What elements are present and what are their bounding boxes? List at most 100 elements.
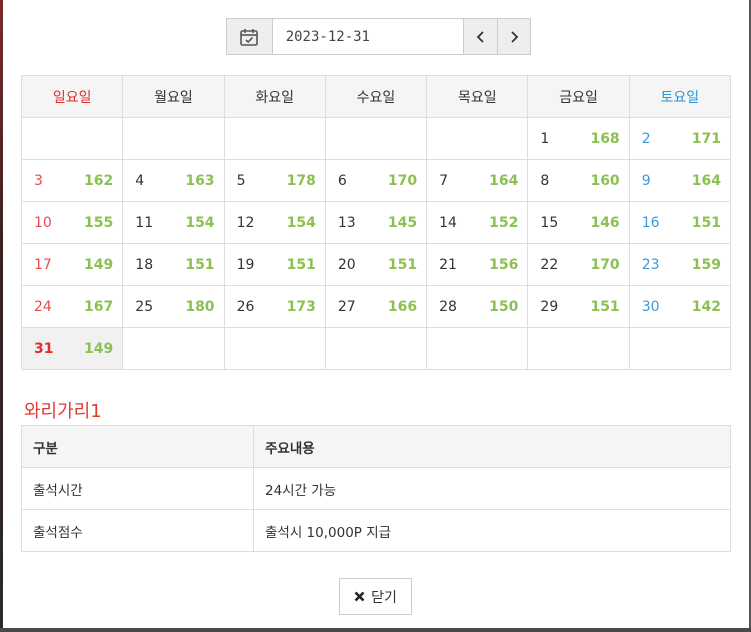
calendar-empty-cell (628, 327, 732, 370)
attendance-count: 152 (489, 215, 519, 231)
calendar-empty-cell (426, 117, 529, 160)
calendar-day-cell[interactable]: 14 152 (426, 201, 529, 244)
calendar-day-cell[interactable]: 27 166 (324, 285, 428, 328)
calendar-day-cell[interactable]: 24 167 (20, 285, 124, 328)
attendance-count: 155 (84, 215, 114, 231)
info-table: 구분 주요내용 출석시간 24시간 가능 출석점수 출석시 10,000P 지급 (21, 425, 731, 552)
calendar-day-cell[interactable]: 13 145 (324, 201, 428, 244)
calendar-day-cell[interactable]: 3 162 (20, 159, 124, 202)
attendance-count: 173 (286, 299, 316, 315)
calendar-day-cell[interactable]: 15 146 (527, 201, 630, 244)
day-number: 2 (641, 131, 651, 147)
close-button[interactable]: 닫기 (339, 578, 412, 615)
calendar-day-cell[interactable]: 2 171 (628, 117, 732, 160)
calendar-empty-cell (223, 327, 326, 370)
calendar-day-cell[interactable]: 8 160 (527, 159, 630, 202)
calendar-day-cell[interactable]: 1 168 (527, 117, 630, 160)
attendance-count: 151 (286, 257, 316, 273)
attendance-count: 145 (387, 215, 418, 231)
calendar-day-cell[interactable]: 29 151 (527, 285, 630, 328)
attendance-count: 164 (691, 173, 721, 189)
calendar-day-cell[interactable]: 11 154 (122, 201, 225, 244)
day-number: 26 (236, 299, 255, 315)
prev-month-button[interactable] (464, 19, 498, 54)
day-number: 4 (135, 173, 145, 189)
calendar-week-row: 1 168 2 171 (20, 117, 732, 160)
attendance-count: 159 (691, 257, 721, 273)
attendance-count: 163 (185, 173, 215, 189)
calendar-empty-cell (426, 327, 529, 370)
info-header-category: 구분 (21, 425, 254, 468)
info-cell-content: 출석시 10,000P 지급 (253, 509, 731, 552)
calendar-day-cell[interactable]: 20 151 (324, 243, 428, 286)
chevron-right-icon (511, 30, 519, 43)
weekday-header: 목요일 (426, 75, 529, 118)
day-number: 19 (236, 257, 255, 273)
attendance-count: 171 (691, 131, 721, 147)
calendar-day-cell[interactable]: 10 155 (20, 201, 124, 244)
day-number: 9 (641, 173, 651, 189)
day-number: 22 (540, 257, 559, 273)
chevron-left-icon (476, 30, 484, 43)
calendar-day-cell[interactable]: 31 149 (20, 327, 124, 370)
attendance-count: 166 (387, 299, 418, 315)
calendar-day-cell[interactable]: 12 154 (223, 201, 326, 244)
calendar-day-cell[interactable]: 17 149 (20, 243, 124, 286)
calendar-day-cell[interactable]: 23 159 (628, 243, 732, 286)
day-number: 14 (439, 215, 457, 231)
day-number: 25 (135, 299, 154, 315)
weekday-header: 월요일 (122, 75, 225, 118)
day-number: 27 (337, 299, 356, 315)
weekday-header: 수요일 (324, 75, 428, 118)
info-header-content: 주요내용 (253, 425, 731, 468)
attendance-count: 167 (84, 299, 114, 315)
attendance-count: 149 (84, 341, 114, 357)
day-number: 7 (439, 173, 449, 189)
calendar-day-cell[interactable]: 9 164 (628, 159, 732, 202)
date-input[interactable]: 2023-12-31 (273, 19, 465, 54)
day-number: 10 (34, 215, 52, 231)
attendance-count: 142 (691, 299, 721, 315)
day-number: 29 (540, 299, 559, 315)
attendance-count: 146 (590, 215, 620, 231)
info-title: 와리가리1 (24, 401, 102, 422)
calendar-week-row: 17 149 18 151 19 151 20 151 21 156 22 170 23 159 (20, 243, 732, 286)
attendance-count: 178 (286, 173, 316, 189)
calendar-day-cell[interactable]: 21 156 (426, 243, 529, 286)
attendance-count: 151 (387, 257, 418, 273)
calendar-icon-button[interactable] (227, 19, 273, 54)
calendar-day-cell[interactable]: 30 142 (628, 285, 732, 328)
day-number: 23 (641, 257, 660, 273)
day-number: 21 (439, 257, 457, 273)
day-number: 13 (337, 215, 356, 231)
attendance-count: 162 (84, 173, 114, 189)
attendance-count: 170 (387, 173, 418, 189)
calendar-day-cell[interactable]: 26 173 (223, 285, 326, 328)
calendar-day-cell[interactable]: 19 151 (223, 243, 326, 286)
calendar-day-cell[interactable]: 18 151 (122, 243, 225, 286)
calendar-day-cell[interactable]: 5 178 (223, 159, 326, 202)
day-number: 5 (236, 173, 246, 189)
calendar-day-cell[interactable]: 6 170 (324, 159, 428, 202)
calendar-empty-cell (324, 327, 428, 370)
calendar-day-cell[interactable]: 4 163 (122, 159, 225, 202)
info-header-row: 구분 주요내용 (21, 425, 731, 468)
weekday-header: 금요일 (527, 75, 630, 118)
day-number: 11 (135, 215, 154, 231)
attendance-count: 170 (590, 257, 620, 273)
calendar-empty-cell (20, 117, 124, 160)
calendar-week-row: 3 162 4 163 5 178 6 170 7 164 8 160 9 164 (20, 159, 732, 202)
background-edge-bottom (0, 628, 751, 632)
calendar-day-cell[interactable]: 28 150 (426, 285, 529, 328)
attendance-count: 151 (691, 215, 721, 231)
calendar-day-cell[interactable]: 7 164 (426, 159, 529, 202)
next-month-button[interactable] (497, 19, 530, 54)
info-cell-content: 24시간 가능 (253, 467, 731, 510)
calendar-day-cell[interactable]: 16 151 (628, 201, 732, 244)
calendar-day-cell[interactable]: 22 170 (527, 243, 630, 286)
calendar-empty-cell (527, 327, 630, 370)
attendance-count: 164 (489, 173, 519, 189)
info-cell-category: 출석시간 (21, 467, 254, 510)
calendar-day-cell[interactable]: 25 180 (122, 285, 225, 328)
weekday-header: 토요일 (628, 75, 732, 118)
